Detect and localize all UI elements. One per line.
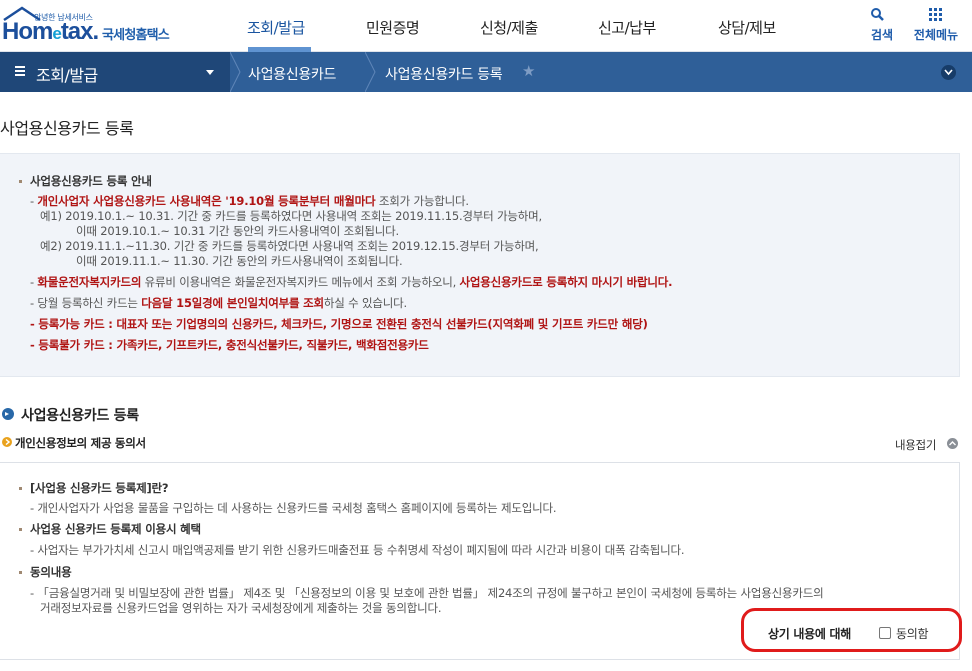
location-menu-title: 조회/발급	[36, 66, 98, 85]
consent-bullet-icon	[2, 437, 12, 447]
all-menu-button[interactable]: 전체메뉴	[911, 0, 961, 52]
logo-nts-name: 국세청홈택스	[102, 28, 170, 43]
hamburger-icon	[15, 66, 25, 77]
caret-down-icon	[206, 70, 214, 75]
notice-line-disallowed: - 등록불가 카드 : 가족카드, 기프트카드, 충전식선불카드, 직불카드, …	[30, 338, 429, 352]
arrow-circle-icon	[2, 408, 14, 420]
bullet-icon	[19, 571, 22, 574]
nav-inquiry-issue[interactable]: 조회/발급	[247, 17, 305, 38]
consent-item-2-body: - 사업자는 부가가치세 신고시 매입액공제를 받기 위한 신용카드매출전표 등…	[30, 543, 685, 557]
consent-item-2-head: 사업용 신용카드 등록제 이용시 혜택	[30, 522, 201, 536]
nav-civil-certificate[interactable]: 민원증명	[366, 17, 420, 38]
nav-consult-report[interactable]: 상담/제보	[718, 17, 776, 38]
page-title: 사업용신용카드 등록	[0, 119, 134, 138]
search-icon	[871, 8, 884, 21]
bullet-icon	[19, 487, 22, 490]
notice-example-2-detail: 이때 2019.11.1.~ 11.30. 기간 동안의 카드사용내역이 조회됩…	[76, 254, 403, 268]
grid-menu-icon	[929, 8, 942, 21]
location-bar: 조회/발급 사업용신용카드 사업용신용카드 등록 ★	[0, 52, 972, 92]
consent-item-1-body: - 개인사업자가 사업용 물품을 구입하는 데 사용하는 신용카드를 국세청 홈…	[30, 501, 557, 515]
bullet-icon	[19, 180, 22, 183]
agree-prefix-text: 상기 내용에 대해	[768, 627, 851, 641]
hometax-logo[interactable]: 안녕한 납세서비스 Hometax. 국세청홈택스	[0, 4, 200, 48]
notice-line-allowed: - 등록가능 카드 : 대표자 또는 기업명의의 신용카드, 체크카드, 기명으…	[30, 317, 648, 331]
consent-item-3-body: - 「금융실명거래 및 비밀보장에 관한 법률」 제4조 및 「신용정보의 이용…	[30, 586, 824, 600]
bullet-icon	[19, 528, 22, 531]
notice-example-1-detail: 이때 2019.10.1.~ 10.31 기간 동안의 카드사용내역이 조회됩니…	[76, 224, 399, 238]
logo-wordmark: Hometax.	[2, 18, 99, 45]
agree-checkbox-label[interactable]: 동의함	[896, 625, 929, 642]
favorite-star-icon[interactable]: ★	[522, 62, 535, 80]
notice-example-1: 예1) 2019.10.1.~ 10.31. 기간 중 카드를 등록하였다면 사…	[40, 209, 542, 223]
chevron-up-icon[interactable]	[947, 438, 958, 449]
site-header: 안녕한 납세서비스 Hometax. 국세청홈택스 조회/발급 민원증명 신청/…	[0, 0, 972, 52]
crumb-separator-icon	[365, 52, 376, 92]
crumb-business-card[interactable]: 사업용신용카드	[248, 64, 336, 84]
notice-heading: 사업용신용카드 등록 안내	[30, 174, 152, 188]
crumb-separator-icon	[230, 52, 241, 92]
notice-line-verify: - 당월 등록하신 카드는 다음달 15일경에 본인일치여부를 조회하실 수 있…	[30, 296, 407, 310]
collapse-content-link[interactable]: 내용접기	[895, 437, 936, 453]
notice-example-2: 예2) 2019.11.1.~11.30. 기간 중 카드를 등록하였다면 사용…	[40, 239, 539, 253]
consent-item-3-head: 동의내용	[30, 565, 72, 579]
consent-title: 개인신용정보의 제공 동의서	[15, 436, 146, 450]
notice-line-cargo: - 화물운전자복지카드의 유류비 이용내역은 화물운전자복지카드 메뉴에서 조회…	[30, 275, 673, 289]
chevron-down-icon	[944, 69, 953, 76]
consent-item-1-head: [사업용 신용카드 등록제]란?	[30, 481, 169, 495]
agree-checkbox[interactable]	[879, 627, 891, 639]
search-button[interactable]: 검색	[857, 0, 907, 52]
consent-item-3-body-cont: 거래정보자료를 신용카드업을 영위하는 자가 국세청장에게 제출하는 것을 동의…	[40, 601, 442, 615]
location-expand-button[interactable]	[941, 65, 956, 80]
nav-report-pay[interactable]: 신고/납부	[598, 17, 656, 38]
all-menu-label: 전체메뉴	[913, 28, 959, 42]
notice-line-1: - 개인사업자 사업용신용카드 사용내역은 '19.10월 등록분부터 매월마다…	[30, 194, 469, 208]
search-label: 검색	[870, 28, 894, 42]
location-menu-dropdown[interactable]: 조회/발급	[0, 52, 230, 92]
crumb-business-card-register[interactable]: 사업용신용카드 등록	[385, 64, 503, 84]
nav-application-submit[interactable]: 신청/제출	[480, 17, 538, 38]
section-title: 사업용신용카드 등록	[21, 408, 139, 424]
